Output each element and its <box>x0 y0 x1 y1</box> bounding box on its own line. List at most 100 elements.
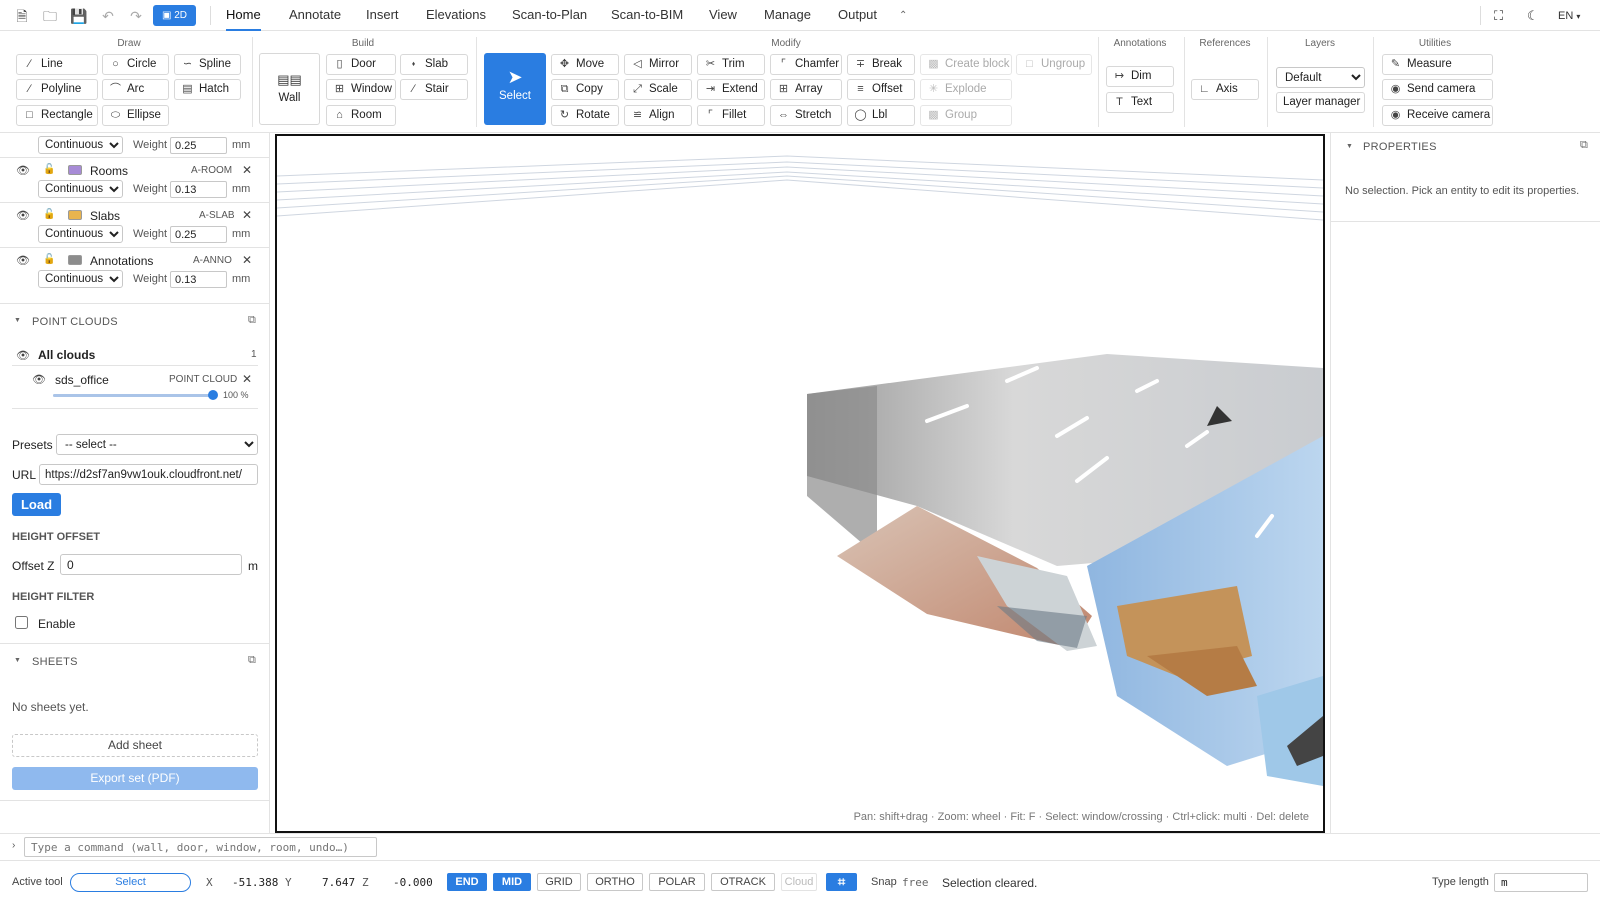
spline-tool-button[interactable]: ∽ Spline <box>174 54 241 75</box>
snap-mid-toggle[interactable]: MID <box>493 873 531 891</box>
layer-color-swatch[interactable] <box>68 210 82 220</box>
tab-output[interactable]: Output <box>838 0 877 31</box>
align-tool-button[interactable]: ≌ Align <box>624 105 692 126</box>
undo-icon[interactable]: ↶ <box>100 8 116 24</box>
offset-tool-button[interactable]: ≡ Offset <box>847 79 915 100</box>
send-camera-button[interactable]: ◉ Send camera <box>1382 79 1493 100</box>
collapse-triangle-icon[interactable]: ▼ <box>14 657 21 664</box>
delete-layer-icon[interactable]: ✕ <box>242 253 252 267</box>
circle-tool-button[interactable]: ○ Circle <box>102 54 169 75</box>
command-input[interactable] <box>24 837 377 857</box>
layer-color-swatch[interactable] <box>68 165 82 175</box>
ellipse-tool-button[interactable]: ⬭ Ellipse <box>102 105 169 126</box>
tab-home[interactable]: Home <box>226 0 261 31</box>
snap-ortho-toggle[interactable]: ORTHO <box>587 873 643 891</box>
collapse-ribbon-icon[interactable]: ⌃ <box>899 10 907 21</box>
eye-icon[interactable]: 👁 <box>16 349 30 362</box>
add-sheet-button[interactable]: Add sheet <box>12 734 258 757</box>
tab-scan-to-bim[interactable]: Scan-to-BIM <box>611 0 683 31</box>
layer-manager-button[interactable]: Layer manager <box>1276 92 1365 113</box>
presets-select[interactable]: -- select -- <box>56 434 258 455</box>
lock-icon[interactable]: 🔓 <box>43 254 55 265</box>
eye-icon[interactable]: 👁 <box>16 254 30 267</box>
delete-layer-icon[interactable]: ✕ <box>242 208 252 222</box>
viewport-canvas[interactable]: Pan: shift+drag · Zoom: wheel · Fit: F ·… <box>275 134 1325 833</box>
select-tool-button[interactable]: ➤ Select <box>484 53 546 125</box>
layer-select[interactable]: Default <box>1276 67 1365 88</box>
open-folder-icon[interactable]: 🗀 <box>42 8 58 24</box>
tab-scan-to-plan[interactable]: Scan-to-Plan <box>512 0 587 31</box>
array-tool-button[interactable]: ⊞ Array <box>770 79 842 100</box>
ungroup-button[interactable]: □ Ungroup <box>1016 54 1092 75</box>
weight-input[interactable] <box>170 181 227 198</box>
load-button[interactable]: Load <box>12 493 61 516</box>
collapse-triangle-icon[interactable]: ▼ <box>1346 143 1353 150</box>
weight-input[interactable] <box>170 226 227 243</box>
tab-insert[interactable]: Insert <box>366 0 399 31</box>
receive-camera-button[interactable]: ◉ Receive camera <box>1382 105 1493 126</box>
scale-tool-button[interactable]: ⤢ Scale <box>624 79 692 100</box>
door-tool-button[interactable]: ▯ Door <box>326 54 396 75</box>
label-tool-button[interactable]: ◯ Lbl <box>847 105 915 126</box>
room-tool-button[interactable]: ⌂ Room <box>326 105 396 126</box>
popout-icon[interactable]: ⧉ <box>1580 139 1588 152</box>
redo-icon[interactable]: ↷ <box>128 8 144 24</box>
height-filter-checkbox[interactable] <box>15 616 28 629</box>
stretch-tool-button[interactable]: ⇔ Stretch <box>770 105 842 126</box>
rectangle-tool-button[interactable]: □ Rectangle <box>16 105 98 126</box>
wall-tool-button[interactable]: ▤▤ Wall <box>259 53 320 125</box>
group-button[interactable]: ▩ Group <box>920 105 1012 126</box>
remove-cloud-icon[interactable]: ✕ <box>242 372 252 386</box>
linetype-select[interactable]: Continuous <box>38 136 123 154</box>
popout-icon[interactable]: ⧉ <box>248 654 256 667</box>
tab-annotate[interactable]: Annotate <box>289 0 341 31</box>
dark-mode-icon[interactable]: ☾ <box>1527 8 1539 24</box>
new-file-icon[interactable]: 🗎 <box>14 8 30 24</box>
opacity-slider[interactable] <box>53 390 218 400</box>
arc-tool-button[interactable]: ⌒ Arc <box>102 79 169 100</box>
layer-color-swatch[interactable] <box>68 255 82 265</box>
snap-polar-toggle[interactable]: POLAR <box>649 873 705 891</box>
url-input[interactable] <box>39 464 258 485</box>
break-tool-button[interactable]: ∓ Break <box>847 54 915 75</box>
text-tool-button[interactable]: T Text <box>1106 92 1174 113</box>
create-block-button[interactable]: ▩ Create block <box>920 54 1012 75</box>
tab-manage[interactable]: Manage <box>764 0 811 31</box>
linetype-select[interactable]: Continuous <box>38 225 123 243</box>
move-tool-button[interactable]: ✥ Move <box>551 54 619 75</box>
extend-tool-button[interactable]: ⇥ Extend <box>697 79 765 100</box>
popout-icon[interactable]: ⧉ <box>248 314 256 327</box>
eye-icon[interactable]: 👁 <box>32 373 46 386</box>
active-tool-pill[interactable]: Select <box>70 873 191 892</box>
mirror-tool-button[interactable]: ◁ Mirror <box>624 54 692 75</box>
snap-cloud-toggle[interactable]: Cloud <box>781 873 817 891</box>
point-clouds-section-header[interactable]: ▼ POINT CLOUDS ⧉ <box>0 308 269 338</box>
weight-input[interactable] <box>170 137 227 154</box>
view-mode-2d-button[interactable]: ▣ 2D <box>153 5 196 26</box>
language-selector[interactable]: EN ▾ <box>1558 10 1580 22</box>
dimension-tool-button[interactable]: ↦ Dim <box>1106 66 1174 87</box>
trim-tool-button[interactable]: ✂ Trim <box>697 54 765 75</box>
fullscreen-icon[interactable]: ⛶ <box>1494 8 1503 24</box>
polyline-tool-button[interactable]: ∕ Polyline <box>16 79 98 100</box>
snap-otrack-toggle[interactable]: OTRACK <box>711 873 775 891</box>
eye-icon[interactable]: 👁 <box>16 209 30 222</box>
copy-tool-button[interactable]: ⧉ Copy <box>551 79 619 100</box>
collapse-triangle-icon[interactable]: ▼ <box>14 317 21 324</box>
snap-grid-icon[interactable]: ⌗ <box>826 873 857 891</box>
eye-icon[interactable]: 👁 <box>16 164 30 177</box>
stair-tool-button[interactable]: ∕ Stair <box>400 79 468 100</box>
lock-icon[interactable]: 🔓 <box>43 209 55 220</box>
hatch-tool-button[interactable]: ▤ Hatch <box>174 79 241 100</box>
export-set-button[interactable]: Export set (PDF) <box>12 767 258 790</box>
chamfer-tool-button[interactable]: ⌜ Chamfer <box>770 54 842 75</box>
snap-grid-toggle[interactable]: GRID <box>537 873 581 891</box>
snap-end-toggle[interactable]: END <box>447 873 487 891</box>
fillet-tool-button[interactable]: ⌜ Fillet <box>697 105 765 126</box>
window-tool-button[interactable]: ⊞ Window <box>326 79 396 100</box>
tab-elevations[interactable]: Elevations <box>426 0 486 31</box>
explode-button[interactable]: ✳ Explode <box>920 79 1012 100</box>
measure-button[interactable]: ✎ Measure <box>1382 54 1493 75</box>
slab-tool-button[interactable]: ⬪ Slab <box>400 54 468 75</box>
sheets-section-header[interactable]: ▼ SHEETS ⧉ <box>0 648 269 678</box>
